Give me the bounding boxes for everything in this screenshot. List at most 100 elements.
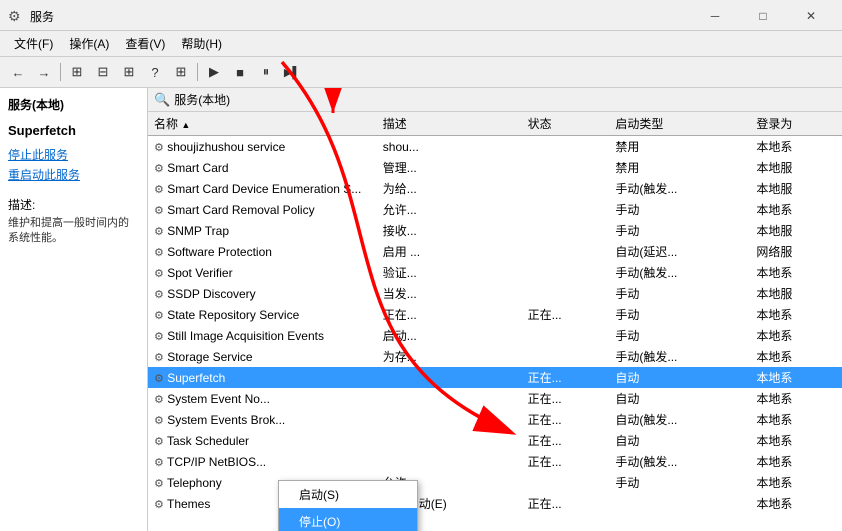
- context-menu: 启动(S)停止(O)暂停(U)恢复(M)重新启动(E): [278, 480, 418, 531]
- menu-item-帮助[interactable]: 帮助(H): [173, 33, 230, 54]
- up-button[interactable]: ⊟: [91, 60, 115, 84]
- cell-status: [522, 472, 610, 493]
- help-button[interactable]: ?: [143, 60, 167, 84]
- cell-status: [522, 346, 610, 367]
- forward-button[interactable]: →: [32, 60, 56, 84]
- services-table-container[interactable]: 名称 ▲ 描述 状态 启动类型 登录为 ⚙ shoujizhushou serv…: [148, 112, 842, 527]
- right-panel: 🔍 服务(本地) 名称 ▲ 描述 状态 启动类型 登录为 ⚙ shoujizhu…: [148, 88, 842, 531]
- cell-name: ⚙ SSDP Discovery: [148, 283, 377, 304]
- cell-desc: [377, 409, 522, 430]
- cell-starttype: 自动(延迟...: [609, 241, 750, 262]
- col-name[interactable]: 名称 ▲: [148, 112, 377, 136]
- app-icon: ⚙: [8, 8, 24, 24]
- search-bar: 🔍 服务(本地): [148, 88, 842, 112]
- menu-item-文件[interactable]: 文件(F): [6, 33, 61, 54]
- cell-logon: 本地系: [750, 199, 842, 220]
- table-row[interactable]: ⚙ SNMP Trap接收...手动本地服: [148, 220, 842, 241]
- window-controls: ─ □ ✕: [692, 6, 834, 26]
- table-row[interactable]: ⚙ State Repository Service正在...正在...手动本地…: [148, 304, 842, 325]
- cell-starttype: 手动: [609, 199, 750, 220]
- cell-desc: [377, 430, 522, 451]
- stop-service-button[interactable]: ■: [228, 60, 252, 84]
- col-starttype[interactable]: 启动类型: [609, 112, 750, 136]
- cell-starttype: 禁用: [609, 136, 750, 158]
- pause-service-button[interactable]: ⏸: [254, 60, 278, 84]
- start-service-button[interactable]: ▶: [202, 60, 226, 84]
- cell-name: ⚙ Spot Verifier: [148, 262, 377, 283]
- cell-status: [522, 325, 610, 346]
- cell-starttype: 手动(触发...: [609, 346, 750, 367]
- table-row[interactable]: ⚙ TCP/IP NetBIOS...正在...手动(触发...本地系: [148, 451, 842, 472]
- cell-starttype: 自动: [609, 430, 750, 451]
- cell-logon: 本地系: [750, 388, 842, 409]
- cell-desc: [377, 451, 522, 472]
- minimize-button[interactable]: ─: [692, 6, 738, 26]
- context-menu-item-0[interactable]: 启动(S): [279, 481, 417, 508]
- cell-status: [522, 262, 610, 283]
- cell-logon: 本地系: [750, 136, 842, 158]
- cell-status: [522, 220, 610, 241]
- table-row[interactable]: ⚙ Storage Service为存...手动(触发...本地系: [148, 346, 842, 367]
- close-button[interactable]: ✕: [788, 6, 834, 26]
- cell-starttype: 手动: [609, 220, 750, 241]
- col-logon[interactable]: 登录为: [750, 112, 842, 136]
- col-status[interactable]: 状态: [522, 112, 610, 136]
- col-desc[interactable]: 描述: [377, 112, 522, 136]
- table-row[interactable]: ⚙ Spot Verifier验证...手动(触发...本地系: [148, 262, 842, 283]
- table-row[interactable]: ⚙ Smart Card管理...禁用本地服: [148, 157, 842, 178]
- table-row[interactable]: ⚙ System Event No...正在...自动本地系: [148, 388, 842, 409]
- cell-status: 正在...: [522, 388, 610, 409]
- table-row[interactable]: ⚙ Telephony允许...手动本地系: [148, 472, 842, 493]
- left-panel: 服务(本地) Superfetch 停止此服务 重启动此服务 描述: 维护和提高…: [0, 88, 148, 531]
- cell-desc: 为存...: [377, 346, 522, 367]
- table-row[interactable]: ⚙ System Events Brok...正在...自动(触发...本地系: [148, 409, 842, 430]
- table-row[interactable]: ⚙ Smart Card Removal Policy允许...手动本地系: [148, 199, 842, 220]
- cell-name: ⚙ Task Scheduler: [148, 430, 377, 451]
- cell-name: ⚙ Smart Card Removal Policy: [148, 199, 377, 220]
- stop-service-link[interactable]: 停止此服务: [8, 146, 139, 163]
- cell-logon: 本地系: [750, 493, 842, 514]
- cell-starttype: 手动: [609, 472, 750, 493]
- cell-logon: 本地系: [750, 472, 842, 493]
- properties-button[interactable]: ⊞: [117, 60, 141, 84]
- restart-service-button[interactable]: ▶▌: [280, 60, 304, 84]
- cell-status: 正在...: [522, 493, 610, 514]
- restart-service-link[interactable]: 重启动此服务: [8, 166, 139, 183]
- table-row[interactable]: ⚙ Themes新在启动(E)正在...本地系: [148, 493, 842, 514]
- menu-item-查看[interactable]: 查看(V): [117, 33, 173, 54]
- maximize-button[interactable]: □: [740, 6, 786, 26]
- cell-desc: 验证...: [377, 262, 522, 283]
- table-row[interactable]: ⚙ Still Image Acquisition Events启动...手动本…: [148, 325, 842, 346]
- search-icon: 🔍: [154, 92, 170, 108]
- cell-status: 正在...: [522, 367, 610, 388]
- table-row[interactable]: ⚙ shoujizhushou serviceshou...禁用本地系: [148, 136, 842, 158]
- cell-starttype: 手动: [609, 304, 750, 325]
- cell-name: ⚙ Storage Service: [148, 346, 377, 367]
- cell-starttype: 手动(触发...: [609, 178, 750, 199]
- panel-title: 服务(本地): [174, 91, 230, 108]
- table-row[interactable]: ⚙ Software Protection启用 ...自动(延迟...网络服: [148, 241, 842, 262]
- back-button[interactable]: ←: [6, 60, 30, 84]
- table-row[interactable]: ⚙ Task Scheduler正在...自动本地系: [148, 430, 842, 451]
- cell-status: 正在...: [522, 409, 610, 430]
- table-row[interactable]: ⚙ Smart Card Device Enumeration S...为给..…: [148, 178, 842, 199]
- cell-name: ⚙ State Repository Service: [148, 304, 377, 325]
- menu-item-操作[interactable]: 操作(A): [61, 33, 117, 54]
- cell-logon: 本地系: [750, 451, 842, 472]
- cell-status: 正在...: [522, 304, 610, 325]
- cell-status: [522, 136, 610, 158]
- cell-name: ⚙ Smart Card Device Enumeration S...: [148, 178, 377, 199]
- table-row[interactable]: ⚙ Superfetch正在...自动本地系: [148, 367, 842, 388]
- description-label: 描述:: [8, 196, 139, 213]
- main-area: 服务(本地) Superfetch 停止此服务 重启动此服务 描述: 维护和提高…: [0, 88, 842, 531]
- cell-desc: 正在...: [377, 304, 522, 325]
- cell-logon: 网络服: [750, 241, 842, 262]
- show-console-tree-button[interactable]: ⊞: [65, 60, 89, 84]
- cell-starttype: 自动: [609, 367, 750, 388]
- cell-name: ⚙ TCP/IP NetBIOS...: [148, 451, 377, 472]
- table-row[interactable]: ⚙ SSDP Discovery当发...手动本地服: [148, 283, 842, 304]
- toolbar-separator-2: [197, 63, 198, 81]
- cell-logon: 本地系: [750, 409, 842, 430]
- cell-desc: [377, 367, 522, 388]
- new-window-button[interactable]: ⊞: [169, 60, 193, 84]
